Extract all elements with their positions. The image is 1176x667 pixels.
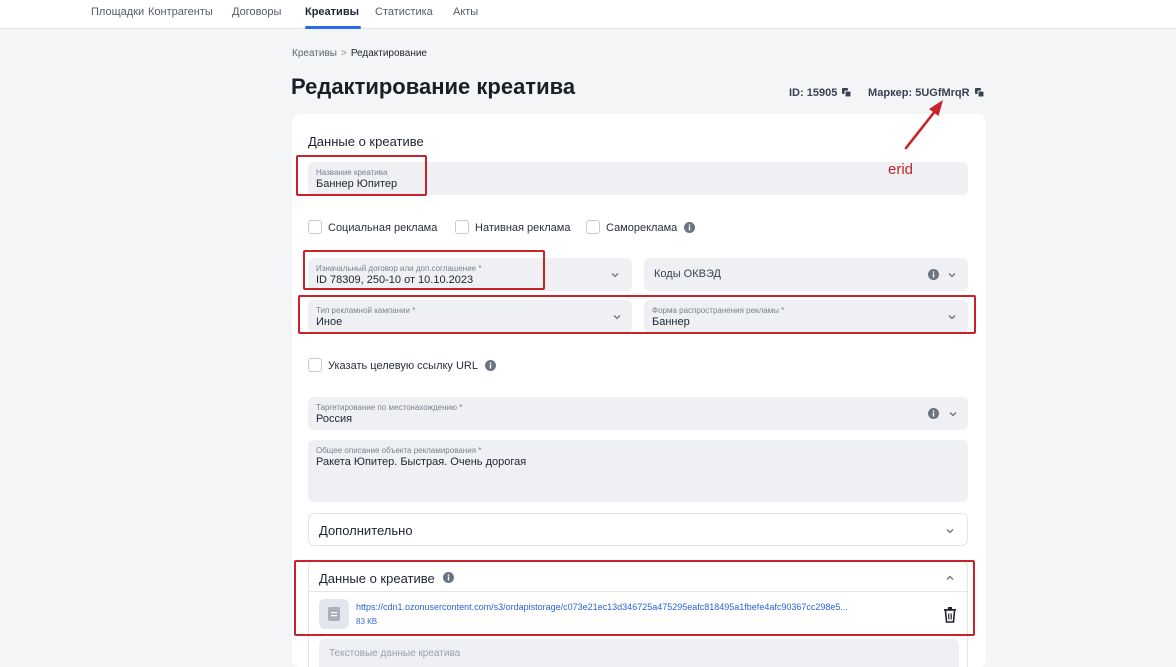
section-title-creative-data: Данные о креативе [308,134,424,149]
creative-data-accordion: Данные о креативе https://cdn1.ozonuserc… [308,561,968,667]
geo-targeting-select[interactable]: Таргетирование по местонахождению * Росс… [308,397,968,430]
native-ad-option[interactable]: Нативная реклама [455,220,570,234]
creative-name-value: Баннер Юпитер [316,178,398,190]
description-value: Ракета Юпитер. Быстрая. Очень дорогая [316,456,527,468]
creative-data-accordion-header[interactable]: Данные о креативе [309,562,967,591]
chevron-up-icon [946,575,954,580]
target-url-option[interactable]: Указать целевую ссылку URL [308,358,496,372]
divider [309,591,967,592]
chevron-down-icon [948,315,956,320]
social-ad-checkbox[interactable] [308,220,322,234]
additional-accordion[interactable]: Дополнительно [308,513,968,546]
campaign-type-value: Иное [316,316,343,328]
info-icon[interactable] [484,360,496,371]
file-icon [319,599,349,629]
creative-data-title: Данные о креативе [319,571,435,586]
creative-file-size: 83 КВ [356,617,378,626]
native-ad-label: Нативная реклама [475,222,571,234]
ad-form-value: Баннер [652,316,690,328]
chevron-down-icon [948,273,956,278]
document-icon [328,607,340,621]
annotation-arrow-icon [904,100,943,150]
active-tab-indicator [305,26,361,29]
creative-id: ID: 15905 [789,87,852,99]
campaign-type-label: Тип рекламной кампании * [316,306,416,315]
breadcrumb-parent[interactable]: Креативы [292,48,337,59]
ad-form-label: Форма распространения рекламы * [652,306,785,315]
chevron-down-icon [946,529,954,534]
info-icon[interactable] [443,572,454,583]
copy-id-icon[interactable] [842,88,852,97]
chevron-down-icon [949,412,957,417]
nav-item-platforms[interactable]: Площадки [91,6,144,18]
copy-marker-icon[interactable] [974,88,985,97]
page-title: Редактирование креатива [291,74,576,99]
social-ad-label: Социальная реклама [328,222,438,234]
description-label: Общее описание объекта рекламирования * [316,446,482,455]
nav-item-acts[interactable]: Акты [453,6,478,18]
geo-targeting-value: Россия [316,413,353,425]
info-icon[interactable] [928,408,939,419]
trash-icon[interactable] [943,607,957,623]
creative-text-field[interactable]: Текстовые данные креатива [319,639,959,667]
contract-label: Изначальный договор или доп.соглашение * [316,264,482,273]
native-ad-checkbox[interactable] [455,220,469,234]
geo-targeting-label: Таргетирование по местонахождению * [316,403,463,412]
info-icon[interactable] [684,222,696,233]
breadcrumb-current: Редактирование [350,48,427,59]
contract-value: ID 78309, 250-10 от 10.10.2023 [316,274,474,286]
self-ad-checkbox[interactable] [586,220,600,234]
creative-name-label: Название креатива [316,168,388,177]
okved-placeholder: Коды ОКВЭД [654,268,721,280]
chevron-down-icon [613,315,621,320]
social-ad-option[interactable]: Социальная реклама [308,220,437,234]
chevron-down-icon [611,273,619,278]
self-ad-label: Самореклама [606,222,678,234]
self-ad-option[interactable]: Самореклама [586,220,696,234]
creative-name-field[interactable]: Название креатива Баннер Юпитер [308,162,968,195]
ad-form-select[interactable]: Форма распространения рекламы * Баннер [644,300,968,333]
breadcrumb-separator: > [340,48,347,59]
contract-select[interactable]: Изначальный договор или доп.соглашение *… [308,258,632,291]
top-navigation: Площадки Контрагенты Договоры Креативы С… [0,0,1176,29]
creative-file-link[interactable]: https://cdn1.ozonusercontent.com/s3/orda… [356,602,936,612]
nav-item-contracts[interactable]: Договоры [232,6,281,18]
breadcrumb: Креативы > Редактирование [292,48,427,59]
nav-item-counterparties[interactable]: Контрагенты [148,6,213,18]
additional-title: Дополнительно [319,523,413,538]
nav-item-creatives[interactable]: Креативы [305,6,359,18]
nav-item-statistics[interactable]: Статистика [375,6,433,18]
target-url-label: Указать целевую ссылку URL [328,360,478,372]
okved-select[interactable]: Коды ОКВЭД [644,258,968,291]
creative-id-label: ID: 15905 [789,87,838,99]
creative-text-placeholder: Текстовые данные креатива [329,648,461,659]
info-icon[interactable] [928,269,939,280]
description-textarea[interactable]: Общее описание объекта рекламирования * … [308,440,968,502]
ad-type-checkboxes: Социальная реклама Нативная реклама Само… [308,220,728,236]
creative-form-card: Данные о креативе Название креатива Банн… [292,114,986,667]
annotation-erid: erid [888,161,914,178]
campaign-type-select[interactable]: Тип рекламной кампании * Иное [308,300,632,333]
target-url-checkbox[interactable] [308,358,322,372]
